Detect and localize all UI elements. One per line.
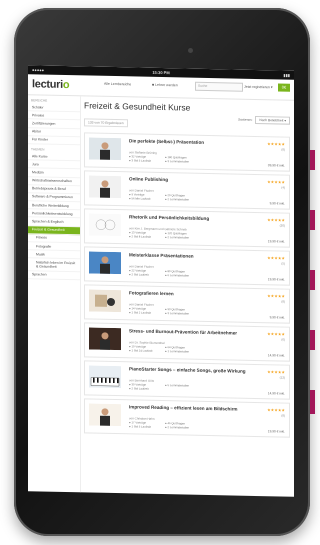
course-title[interactable]: Rhetorik und Persönlichkeitsbildung — [129, 214, 259, 222]
tablet-screen: ●●●●● 15:30 PM ▮▮▮ lecturio Alle Lernber… — [28, 65, 294, 497]
rating-stars-icon: ★★★★★ — [267, 141, 285, 147]
course-thumbnail[interactable] — [89, 175, 121, 199]
main-content: Freizeit & Gesundheit Kurse 133 von 70 E… — [84, 96, 290, 496]
nav-become-teacher[interactable]: ■ Lehrer werden — [152, 83, 178, 88]
course-meta: ● 93 Quizfragen ● 3 Lernmaterialien — [165, 307, 190, 316]
course-meta: ● 10 Vorträge ● 1 Std 24 Laufzeit — [129, 344, 153, 353]
rating-count: (20) — [279, 223, 285, 228]
course-meta: ● 5 Lernmaterialien — [165, 383, 190, 388]
nav-all-areas[interactable]: Alle Lernbereiche — [104, 82, 131, 87]
course-price: 19,90 € inkl. — [267, 429, 285, 434]
course-title[interactable]: Die perfekte (Selbst-) Präsentation — [129, 138, 259, 146]
course-thumbnail[interactable] — [89, 137, 121, 161]
edge-strip — [310, 270, 315, 290]
course-meta: ● 9 Vorträge ● 56 Min Laufzeit — [129, 192, 151, 201]
rating-stars-icon: ★★★★★ — [267, 369, 285, 375]
rating-count: (6) — [281, 337, 285, 342]
course-meta: ● 32 Vorträge ● 3 Std 5 Laufzeit — [129, 154, 151, 163]
rating-stars-icon: ★★★★★ — [267, 407, 285, 413]
sort-control: Sortieren: Nach Beliebtheit ▾ — [238, 115, 290, 125]
rating-count: (4) — [281, 185, 285, 190]
course-card[interactable]: Improved Reading – effizient lesen am Bi… — [84, 398, 290, 438]
course-card[interactable]: Rhetorik und Persönlichkeitsbildung von K… — [84, 208, 290, 248]
course-card[interactable]: Die perfekte (Selbst-) Präsentation von S… — [84, 132, 290, 172]
course-price: 9,90 € inkl. — [269, 315, 285, 320]
course-meta: ● 46 Quizfragen ● 2 Lernmaterialien — [165, 421, 190, 430]
rating-stars-icon: ★★★★★ — [267, 331, 285, 337]
logo-accent: o — [62, 78, 70, 92]
course-title[interactable]: PianoStarter Songs – einfache Songs, gro… — [129, 366, 259, 374]
result-count: 133 von 70 Ergebnissen — [84, 118, 128, 128]
page-title: Freizeit & Gesundheit Kurse — [84, 100, 191, 113]
course-meta: ● 120 Quizfragen ● 2 Lernmaterialien — [165, 231, 190, 240]
rating-count: (5) — [281, 261, 285, 266]
course-price: 19,90 € inkl. — [267, 277, 285, 282]
course-title[interactable]: Fotografieren lernen — [129, 290, 259, 298]
course-thumbnail[interactable] — [89, 403, 121, 427]
rating-count: (8) — [281, 413, 285, 418]
course-title[interactable]: Meisterklasse Präsentationen — [129, 252, 259, 260]
rating-count: (8) — [281, 299, 285, 304]
course-meta: ● 80 Quizfragen ● 6 Lernmaterialien — [165, 269, 190, 278]
course-price: 19,90 € inkl. — [267, 239, 285, 244]
edge-strip — [310, 390, 315, 414]
rating-count: (8) — [281, 147, 285, 152]
course-price: 9,90 € inkl. — [269, 201, 285, 206]
cart-button[interactable]: 0€ — [278, 83, 290, 92]
course-thumbnail[interactable] — [89, 289, 121, 313]
course-meta: ● 30 Vorträge ● 2 Std Laufzeit — [129, 382, 149, 391]
edge-strip — [310, 150, 315, 170]
edge-strip — [310, 330, 315, 350]
course-price: 14,90 € inkl. — [267, 391, 285, 396]
course-title[interactable]: Improved Reading – effizient lesen am Bi… — [129, 404, 259, 412]
sort-label: Sortieren: — [238, 117, 253, 122]
course-meta: ● 13 Vorträge ● 2 Std 8 Laufzeit — [129, 230, 151, 239]
sort-select[interactable]: Nach Beliebtheit ▾ — [255, 115, 290, 125]
logo-text: lecturi — [32, 78, 63, 91]
rating-stars-icon: ★★★★★ — [267, 217, 285, 223]
course-meta: ● 29 Quizfragen ● 2 Lernmaterialien — [165, 193, 190, 202]
course-meta: ● 64 Quizfragen ● 1 Lernmaterialien — [165, 345, 190, 354]
battery-icon: ▮▮▮ — [283, 72, 290, 78]
course-meta: ● 180 Quizfragen ● 3 Lernmaterialien — [165, 155, 190, 164]
course-card[interactable]: PianoStarter Songs – einfache Songs, gro… — [84, 360, 290, 400]
search-input[interactable]: Suche — [195, 81, 243, 92]
course-card[interactable]: Fotografieren lernen von Daniel Fischer ● … — [84, 284, 290, 324]
sidebar-item[interactable]: Sprachen — [28, 270, 80, 281]
course-meta: ● 14 Vorträge ● 1 Std 2 Laufzeit — [129, 306, 151, 315]
course-title[interactable]: Stress- und Burnout-Prävention für Arbei… — [129, 328, 259, 336]
course-thumbnail[interactable] — [89, 365, 121, 389]
register-link[interactable]: Jetzt registrieren ▾ — [244, 85, 273, 90]
course-meta: ● 17 Vorträge ● 1 Std 5 Laufzeit — [129, 420, 151, 429]
lecturio-logo[interactable]: lecturio — [32, 78, 69, 91]
course-price: 39,90 € inkl. — [267, 163, 285, 168]
course-list: Die perfekte (Selbst-) Präsentation von S… — [84, 132, 290, 438]
sidebar: Bereiche Schüler Privates Zertifizierungen… — [28, 95, 81, 493]
camera-icon — [188, 48, 193, 53]
rating-count: (12) — [279, 375, 285, 380]
course-card[interactable]: Online Publishing von Daniel Fischer ● 9 V… — [84, 170, 290, 210]
course-thumbnail[interactable] — [89, 251, 121, 275]
course-card[interactable]: Meisterklasse Präsentationen von Daniel F… — [84, 246, 290, 286]
rating-stars-icon: ★★★★★ — [267, 293, 285, 299]
course-card[interactable]: Stress- und Burnout-Prävention für Arbei… — [84, 322, 290, 362]
course-title[interactable]: Online Publishing — [129, 176, 259, 184]
course-price: 14,90 € inkl. — [267, 353, 285, 358]
course-thumbnail[interactable] — [89, 213, 121, 237]
rating-stars-icon: ★★★★★ — [267, 255, 285, 261]
sidebar-item[interactable]: Natürlich leben im Freizeit & Gesundheit — [28, 258, 80, 272]
rating-stars-icon: ★★★★★ — [267, 179, 285, 185]
course-meta: ● 22 Vorträge ● 2 Std Laufzeit — [129, 268, 149, 277]
edge-strip — [310, 210, 315, 230]
course-thumbnail[interactable] — [89, 327, 121, 351]
